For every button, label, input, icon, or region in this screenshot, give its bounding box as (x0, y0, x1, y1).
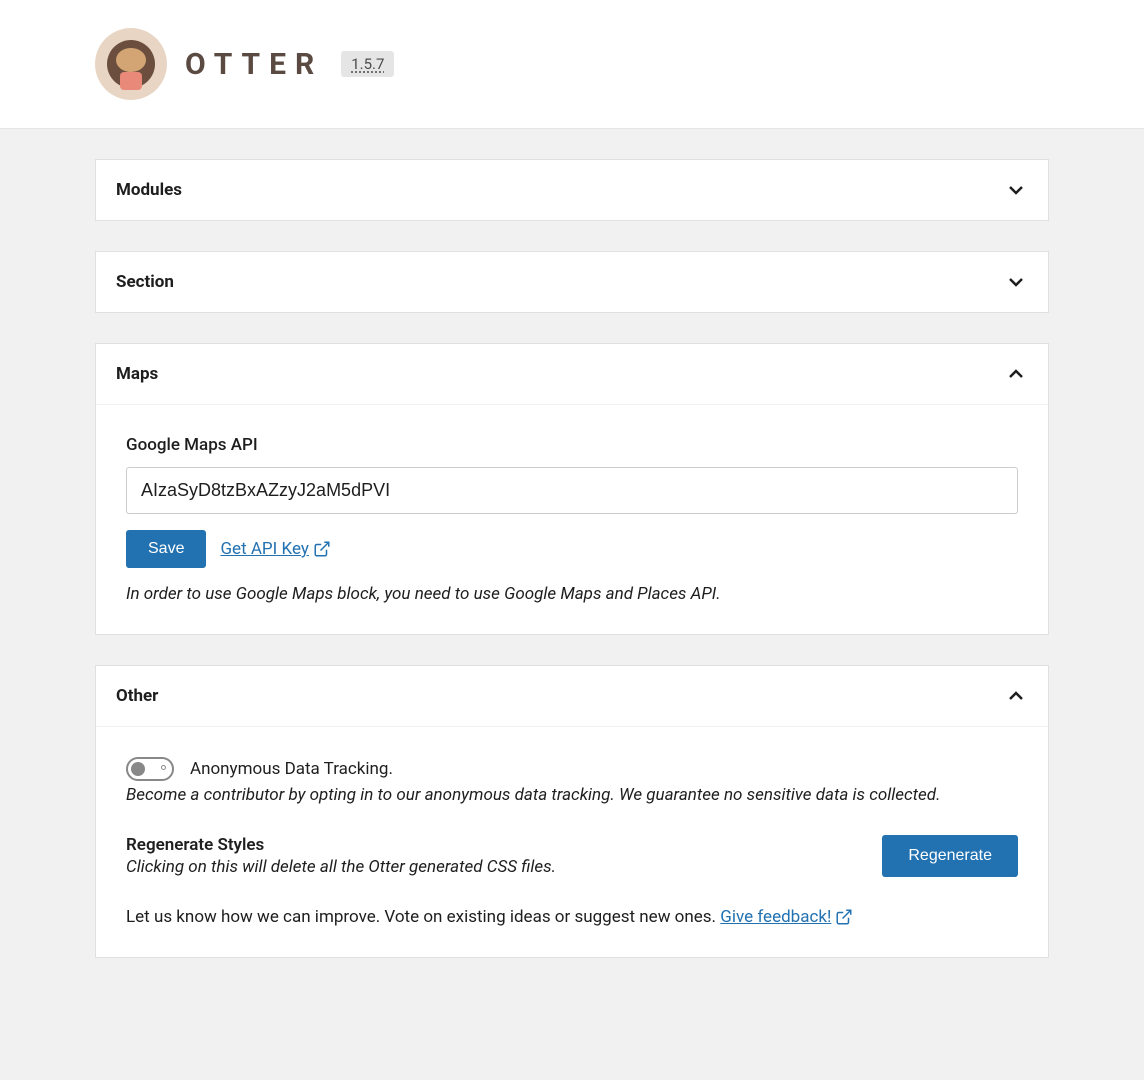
maps-help-text: In order to use Google Maps block, you n… (126, 584, 1018, 604)
modules-title: Modules (116, 180, 182, 200)
external-link-icon (313, 540, 331, 558)
section-panel-toggle[interactable]: Section (96, 252, 1048, 312)
save-button[interactable]: Save (126, 530, 206, 568)
tracking-label: Anonymous Data Tracking. (190, 759, 393, 779)
chevron-up-icon (1004, 362, 1028, 386)
tracking-help-text: Become a contributor by opting in to our… (126, 785, 1018, 805)
modules-panel-toggle[interactable]: Modules (96, 160, 1048, 220)
other-panel-toggle[interactable]: Other (96, 666, 1048, 727)
maps-panel: Maps Google Maps API Save Get API Key In… (95, 343, 1049, 635)
feedback-prefix: Let us know how we can improve. Vote on … (126, 907, 720, 927)
feedback-link-label: Give feedback! (720, 907, 831, 927)
external-link-icon (835, 908, 853, 926)
tracking-toggle[interactable] (126, 757, 174, 781)
regenerate-button[interactable]: Regenerate (882, 835, 1018, 877)
maps-panel-toggle[interactable]: Maps (96, 344, 1048, 405)
section-panel: Section (95, 251, 1049, 313)
api-key-label: Google Maps API (126, 435, 1018, 455)
modules-panel: Modules (95, 159, 1049, 221)
chevron-down-icon (1004, 270, 1028, 294)
get-api-key-link[interactable]: Get API Key (220, 539, 330, 559)
app-header: OTTER 1.5.7 (0, 0, 1144, 129)
feedback-text: Let us know how we can improve. Vote on … (126, 907, 1018, 927)
give-feedback-link[interactable]: Give feedback! (720, 907, 853, 927)
version-badge: 1.5.7 (341, 51, 394, 77)
brand-name: OTTER (185, 47, 323, 82)
maps-title: Maps (116, 364, 158, 384)
get-api-key-label: Get API Key (220, 539, 308, 559)
regenerate-help-text: Clicking on this will delete all the Ott… (126, 857, 556, 877)
chevron-down-icon (1004, 178, 1028, 202)
api-key-input[interactable] (126, 467, 1018, 514)
regenerate-title: Regenerate Styles (126, 835, 556, 855)
other-panel: Other Anonymous Data Tracking. Become a … (95, 665, 1049, 958)
chevron-up-icon (1004, 684, 1028, 708)
other-title: Other (116, 686, 158, 706)
brand-logo (95, 28, 167, 100)
section-title: Section (116, 272, 174, 292)
